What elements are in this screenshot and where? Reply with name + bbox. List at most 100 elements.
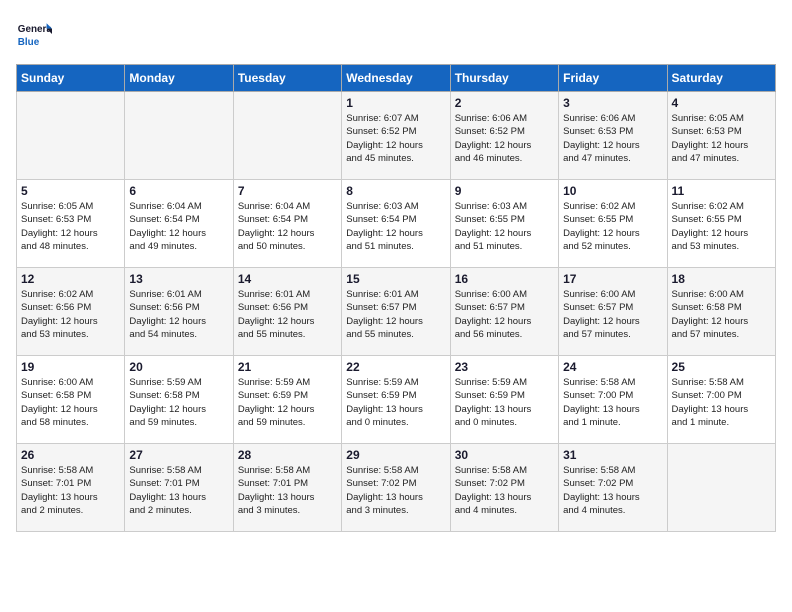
day-info: Sunrise: 6:03 AM Sunset: 6:54 PM Dayligh… <box>346 200 445 253</box>
day-number: 31 <box>563 448 662 462</box>
calendar-day-cell: 8 Sunrise: 6:03 AM Sunset: 6:54 PM Daylig… <box>342 180 450 268</box>
calendar-day-cell: 18 Sunrise: 6:00 AM Sunset: 6:58 PM Dayli… <box>667 268 775 356</box>
day-info: Sunrise: 5:58 AM Sunset: 7:00 PM Dayligh… <box>672 376 771 429</box>
weekday-header-row: SundayMondayTuesdayWednesdayThursdayFrid… <box>17 65 776 92</box>
day-info: Sunrise: 5:59 AM Sunset: 6:58 PM Dayligh… <box>129 376 228 429</box>
day-number: 25 <box>672 360 771 374</box>
calendar-day-cell: 14 Sunrise: 6:01 AM Sunset: 6:56 PM Dayli… <box>233 268 341 356</box>
day-number: 30 <box>455 448 554 462</box>
day-info: Sunrise: 6:04 AM Sunset: 6:54 PM Dayligh… <box>238 200 337 253</box>
calendar-day-cell: 15 Sunrise: 6:01 AM Sunset: 6:57 PM Dayli… <box>342 268 450 356</box>
calendar-day-cell: 31 Sunrise: 5:58 AM Sunset: 7:02 PM Dayli… <box>559 444 667 532</box>
calendar-day-cell: 9Sunrise: 6:03 AM Sunset: 6:55 PM Daylig… <box>450 180 558 268</box>
page-header: General Blue <box>16 16 776 52</box>
day-info: Sunrise: 6:02 AM Sunset: 6:56 PM Dayligh… <box>21 288 120 341</box>
day-info: Sunrise: 5:58 AM Sunset: 7:01 PM Dayligh… <box>129 464 228 517</box>
day-info: Sunrise: 5:58 AM Sunset: 7:01 PM Dayligh… <box>21 464 120 517</box>
calendar-day-cell: 6 Sunrise: 6:04 AM Sunset: 6:54 PM Daylig… <box>125 180 233 268</box>
day-info: Sunrise: 6:00 AM Sunset: 6:57 PM Dayligh… <box>455 288 554 341</box>
day-number: 20 <box>129 360 228 374</box>
day-number: 23 <box>455 360 554 374</box>
day-number: 6 <box>129 184 228 198</box>
day-info: Sunrise: 5:58 AM Sunset: 7:02 PM Dayligh… <box>455 464 554 517</box>
calendar-body: 1Sunrise: 6:07 AM Sunset: 6:52 PM Daylig… <box>17 92 776 532</box>
calendar-day-cell: 21Sunrise: 5:59 AM Sunset: 6:59 PM Dayli… <box>233 356 341 444</box>
day-number: 17 <box>563 272 662 286</box>
calendar-day-cell: 22 Sunrise: 5:59 AM Sunset: 6:59 PM Dayli… <box>342 356 450 444</box>
svg-text:Blue: Blue <box>18 37 40 48</box>
calendar-day-cell: 2Sunrise: 6:06 AM Sunset: 6:52 PM Daylig… <box>450 92 558 180</box>
day-info: Sunrise: 6:06 AM Sunset: 6:53 PM Dayligh… <box>563 112 662 165</box>
day-info: Sunrise: 6:02 AM Sunset: 6:55 PM Dayligh… <box>563 200 662 253</box>
day-number: 18 <box>672 272 771 286</box>
calendar-day-cell: 7 Sunrise: 6:04 AM Sunset: 6:54 PM Daylig… <box>233 180 341 268</box>
day-number: 27 <box>129 448 228 462</box>
logo: General Blue <box>16 16 56 52</box>
weekday-header-cell: Thursday <box>450 65 558 92</box>
calendar-day-cell <box>125 92 233 180</box>
day-info: Sunrise: 6:00 AM Sunset: 6:58 PM Dayligh… <box>672 288 771 341</box>
day-info: Sunrise: 5:58 AM Sunset: 7:02 PM Dayligh… <box>563 464 662 517</box>
calendar-day-cell: 28Sunrise: 5:58 AM Sunset: 7:01 PM Dayli… <box>233 444 341 532</box>
calendar-day-cell: 30 Sunrise: 5:58 AM Sunset: 7:02 PM Dayli… <box>450 444 558 532</box>
day-info: Sunrise: 5:58 AM Sunset: 7:02 PM Dayligh… <box>346 464 445 517</box>
day-info: Sunrise: 6:02 AM Sunset: 6:55 PM Dayligh… <box>672 200 771 253</box>
calendar-day-cell: 17 Sunrise: 6:00 AM Sunset: 6:57 PM Dayli… <box>559 268 667 356</box>
day-info: Sunrise: 5:59 AM Sunset: 6:59 PM Dayligh… <box>346 376 445 429</box>
calendar-week-row: 26 Sunrise: 5:58 AM Sunset: 7:01 PM Dayli… <box>17 444 776 532</box>
day-number: 4 <box>672 96 771 110</box>
day-number: 29 <box>346 448 445 462</box>
day-number: 7 <box>238 184 337 198</box>
day-info: Sunrise: 6:04 AM Sunset: 6:54 PM Dayligh… <box>129 200 228 253</box>
calendar-day-cell: 12 Sunrise: 6:02 AM Sunset: 6:56 PM Dayli… <box>17 268 125 356</box>
calendar-day-cell <box>667 444 775 532</box>
calendar-day-cell: 24 Sunrise: 5:58 AM Sunset: 7:00 PM Dayli… <box>559 356 667 444</box>
day-info: Sunrise: 6:01 AM Sunset: 6:56 PM Dayligh… <box>129 288 228 341</box>
day-number: 9 <box>455 184 554 198</box>
day-number: 24 <box>563 360 662 374</box>
calendar-day-cell: 3 Sunrise: 6:06 AM Sunset: 6:53 PM Daylig… <box>559 92 667 180</box>
day-number: 26 <box>21 448 120 462</box>
calendar-day-cell: 13Sunrise: 6:01 AM Sunset: 6:56 PM Dayli… <box>125 268 233 356</box>
calendar-day-cell: 29 Sunrise: 5:58 AM Sunset: 7:02 PM Dayli… <box>342 444 450 532</box>
day-number: 21 <box>238 360 337 374</box>
weekday-header-cell: Saturday <box>667 65 775 92</box>
day-number: 12 <box>21 272 120 286</box>
day-number: 1 <box>346 96 445 110</box>
calendar-table: SundayMondayTuesdayWednesdayThursdayFrid… <box>16 64 776 532</box>
day-info: Sunrise: 6:06 AM Sunset: 6:52 PM Dayligh… <box>455 112 554 165</box>
day-info: Sunrise: 6:01 AM Sunset: 6:56 PM Dayligh… <box>238 288 337 341</box>
day-number: 15 <box>346 272 445 286</box>
weekday-header-cell: Tuesday <box>233 65 341 92</box>
calendar-day-cell: 25 Sunrise: 5:58 AM Sunset: 7:00 PM Dayli… <box>667 356 775 444</box>
calendar-week-row: 12 Sunrise: 6:02 AM Sunset: 6:56 PM Dayli… <box>17 268 776 356</box>
day-number: 14 <box>238 272 337 286</box>
calendar-day-cell: 4 Sunrise: 6:05 AM Sunset: 6:53 PM Daylig… <box>667 92 775 180</box>
day-info: Sunrise: 6:05 AM Sunset: 6:53 PM Dayligh… <box>672 112 771 165</box>
day-info: Sunrise: 6:01 AM Sunset: 6:57 PM Dayligh… <box>346 288 445 341</box>
calendar-day-cell: 26 Sunrise: 5:58 AM Sunset: 7:01 PM Dayli… <box>17 444 125 532</box>
day-number: 8 <box>346 184 445 198</box>
calendar-day-cell: 16 Sunrise: 6:00 AM Sunset: 6:57 PM Dayli… <box>450 268 558 356</box>
calendar-day-cell: 20 Sunrise: 5:59 AM Sunset: 6:58 PM Dayli… <box>125 356 233 444</box>
day-number: 3 <box>563 96 662 110</box>
day-number: 22 <box>346 360 445 374</box>
day-number: 5 <box>21 184 120 198</box>
day-number: 11 <box>672 184 771 198</box>
calendar-day-cell <box>17 92 125 180</box>
weekday-header-cell: Monday <box>125 65 233 92</box>
weekday-header-cell: Friday <box>559 65 667 92</box>
calendar-day-cell: 27 Sunrise: 5:58 AM Sunset: 7:01 PM Dayli… <box>125 444 233 532</box>
calendar-week-row: 19 Sunrise: 6:00 AM Sunset: 6:58 PM Dayli… <box>17 356 776 444</box>
calendar-week-row: 1Sunrise: 6:07 AM Sunset: 6:52 PM Daylig… <box>17 92 776 180</box>
calendar-day-cell: 23Sunrise: 5:59 AM Sunset: 6:59 PM Dayli… <box>450 356 558 444</box>
day-info: Sunrise: 5:58 AM Sunset: 7:00 PM Dayligh… <box>563 376 662 429</box>
calendar-day-cell: 10Sunrise: 6:02 AM Sunset: 6:55 PM Dayli… <box>559 180 667 268</box>
day-info: Sunrise: 5:58 AM Sunset: 7:01 PM Dayligh… <box>238 464 337 517</box>
day-info: Sunrise: 6:00 AM Sunset: 6:58 PM Dayligh… <box>21 376 120 429</box>
day-number: 19 <box>21 360 120 374</box>
day-number: 16 <box>455 272 554 286</box>
calendar-day-cell: 1Sunrise: 6:07 AM Sunset: 6:52 PM Daylig… <box>342 92 450 180</box>
day-info: Sunrise: 6:00 AM Sunset: 6:57 PM Dayligh… <box>563 288 662 341</box>
calendar-day-cell <box>233 92 341 180</box>
